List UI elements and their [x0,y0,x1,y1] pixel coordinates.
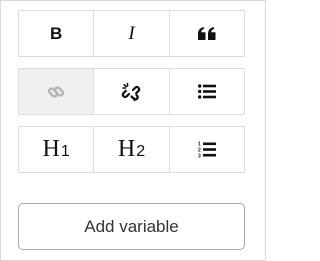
heading-letter: H [117,136,136,162]
quote-icon [197,26,216,40]
unlink-icon [122,82,141,101]
italic-button[interactable]: I [93,11,168,56]
svg-text:3: 3 [198,154,201,159]
heading-list-button-group: H 1 H 2 1 2 3 [18,126,245,173]
heading-number: 1 [60,143,70,160]
bullet-list-button[interactable] [168,69,244,114]
bullet-list-icon [197,84,216,99]
numbered-list-button[interactable]: 1 2 3 [168,127,244,172]
link-icon [48,85,65,98]
add-variable-label: Add variable [84,216,179,236]
link-button[interactable] [19,69,94,114]
editor-toolbar-panel: B I H 1 H 2 1 2 3 Add variable [0,0,266,261]
italic-icon: I [128,22,135,44]
add-variable-button[interactable]: Add variable [18,203,245,250]
formatting-button-group: B I [18,10,245,57]
heading-letter: H [42,136,60,162]
heading-1-button[interactable]: H 1 [19,127,93,172]
heading-number: 2 [136,143,146,160]
unlink-button[interactable] [93,69,168,114]
heading-2-icon: H 2 [118,136,145,163]
bold-icon: B [50,23,63,43]
link-list-button-group [18,68,245,115]
bold-button[interactable]: B [19,11,93,56]
numbered-list-icon: 1 2 3 [198,142,216,159]
quote-button[interactable] [168,11,244,56]
heading-1-icon: H 1 [43,136,70,163]
heading-2-button[interactable]: H 2 [93,127,168,172]
